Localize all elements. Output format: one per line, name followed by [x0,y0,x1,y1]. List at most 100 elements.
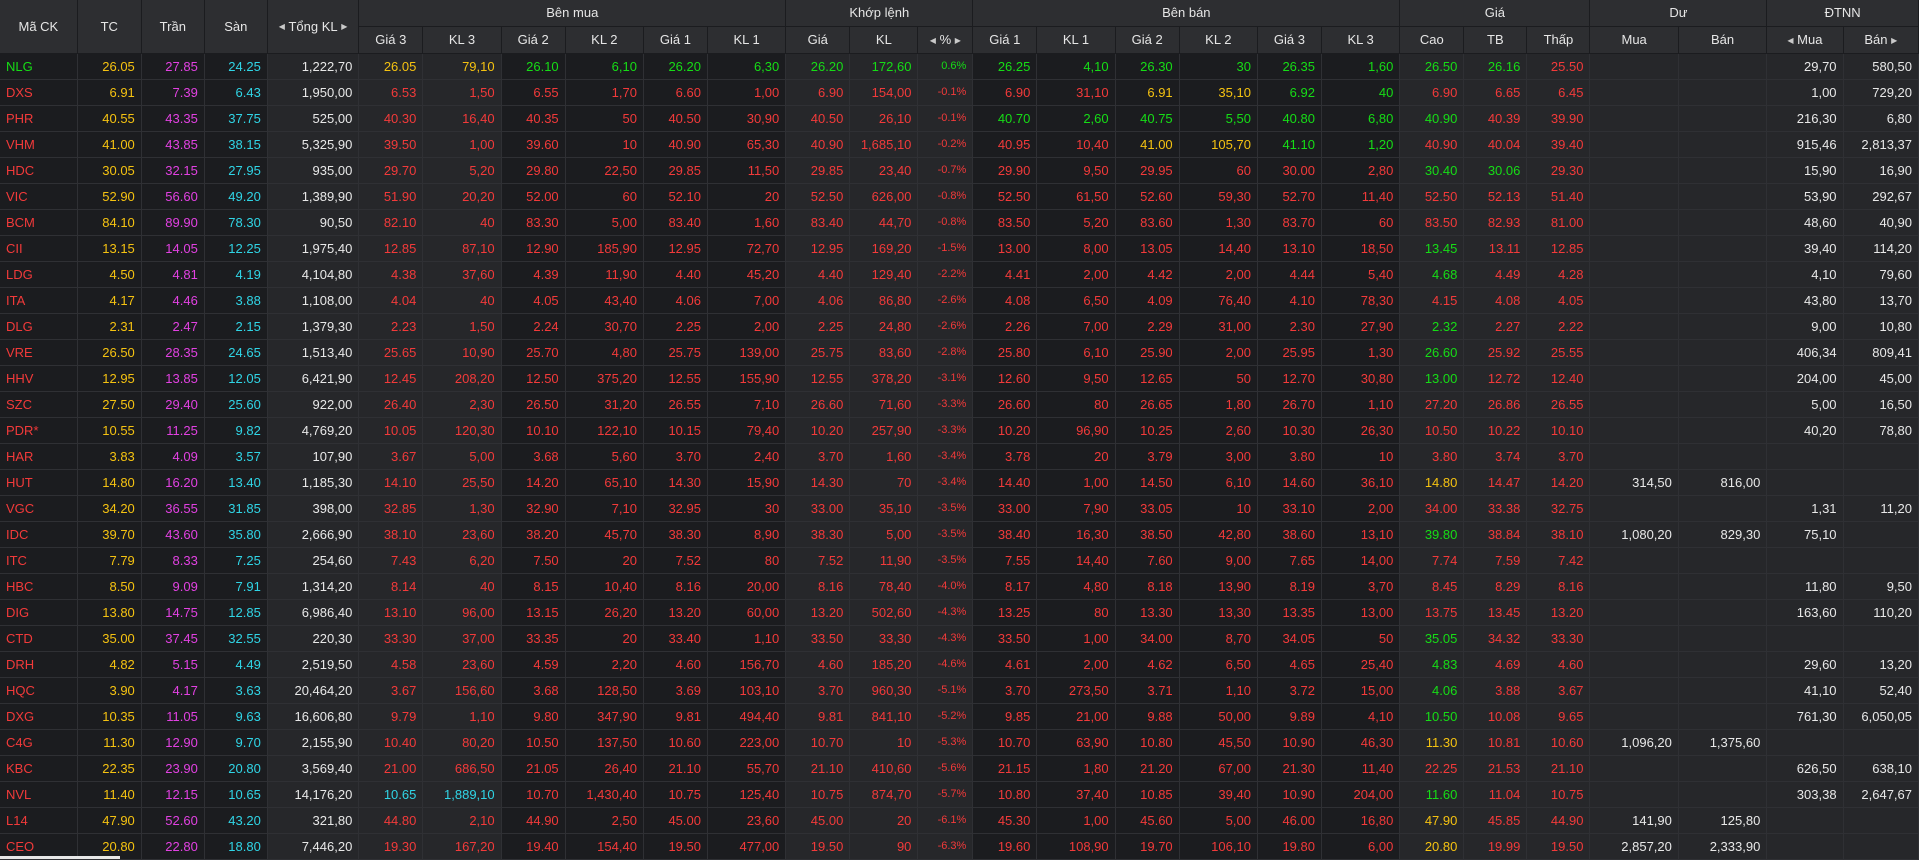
cell-symbol[interactable]: HDC [0,157,78,184]
header-change-percent[interactable]: ◀ % ▶ [917,26,974,54]
header-match-price[interactable]: Giá [785,26,851,54]
table-row[interactable]: VIC 52.90 56.60 49.20 1,389,90 51.90 20,20 52.0… [0,183,1919,210]
table-row[interactable]: HBC 8.50 9.09 7.91 1,314,20 8.14 40 8.15 10,40 8.… [0,573,1919,600]
header-bid-price-1[interactable]: Giá 1 [643,26,708,54]
header-bid-vol-2[interactable]: KL 2 [565,26,644,54]
cell-symbol[interactable]: HAR [0,443,78,470]
table-row[interactable]: VGC 34.20 36.55 31.85 398,00 32.85 1,30 32.90 7,… [0,495,1919,522]
table-row[interactable]: IDC 39.70 43.60 35.80 2,666,90 38.10 23,60 38.2… [0,521,1919,548]
table-row[interactable]: DXS 6.91 7.39 6.43 1,950,00 6.53 1,50 6.55 1,70 6… [0,79,1919,106]
table-row[interactable]: HHV 12.95 13.85 12.05 6,421,90 12.45 208,20 12.… [0,365,1919,392]
cell-symbol[interactable]: VHM [0,131,78,158]
caret-right-icon[interactable]: ▶ [955,36,961,45]
cell-symbol[interactable]: CII [0,235,78,262]
table-row[interactable]: SZC 27.50 29.40 25.60 922,00 26.40 2,30 26.50 31… [0,391,1919,418]
header-ref-price[interactable]: TC [77,0,142,54]
cell-symbol[interactable]: VIC [0,183,78,210]
cell-symbol[interactable]: IDC [0,521,78,548]
cell-symbol[interactable]: SZC [0,391,78,418]
cell-symbol[interactable]: NLG [0,53,78,80]
cell-symbol[interactable]: DIG [0,599,78,626]
caret-right-icon[interactable]: ▶ [1891,36,1897,45]
header-ask-vol-3[interactable]: KL 3 [1321,26,1401,54]
header-low-price[interactable]: Thấp [1526,26,1591,54]
table-row[interactable]: HDC 30.05 32.15 27.95 935,00 29.70 5,20 29.80 22… [0,157,1919,184]
cell-symbol[interactable]: DXG [0,703,78,730]
header-symbol[interactable]: Mã CK [0,0,78,54]
header-ask-price-1[interactable]: Giá 1 [972,26,1038,54]
header-foreign-buy[interactable]: ◀ Mua [1766,26,1844,54]
header-avg-price[interactable]: TB [1463,26,1528,54]
header-ask-price-2[interactable]: Giá 2 [1115,26,1180,54]
table-row[interactable]: L14 47.90 52.60 43.20 321,80 44.80 2,10 44.90 2,… [0,807,1919,834]
table-row[interactable]: C4G 11.30 12.90 9.70 2,155,90 10.40 80,20 10.50… [0,729,1919,756]
header-high-price[interactable]: Cao [1399,26,1465,54]
header-ceiling-price[interactable]: Trần [141,0,205,54]
header-total-volume[interactable]: ◀ Tổng KL ▶ [267,0,360,54]
table-row[interactable]: HAR 3.83 4.09 3.57 107,90 3.67 5,00 3.68 5,60 3.7… [0,443,1919,470]
header-ask-vol-1[interactable]: KL 1 [1036,26,1116,54]
cell-symbol[interactable]: DRH [0,651,78,678]
caret-left-icon[interactable]: ◀ [279,22,285,31]
cell-symbol[interactable]: HQC [0,677,78,704]
cell-symbol[interactable]: PDR* [0,417,78,444]
caret-right-icon[interactable]: ▶ [341,22,347,31]
cell-symbol[interactable]: KBC [0,755,78,782]
cell-symbol[interactable]: DLG [0,313,78,340]
cell-floor: 25.60 [204,391,268,418]
cell-symbol[interactable]: HUT [0,469,78,496]
table-row[interactable]: DLG 2.31 2.47 2.15 1,379,30 2.23 1,50 2.24 30,70… [0,313,1919,340]
header-pending-buy[interactable]: Mua [1589,26,1679,54]
table-row[interactable]: KBC 22.35 23.90 20.80 3,569,40 21.00 686,50 21.… [0,755,1919,782]
cell-symbol[interactable]: LDG [0,261,78,288]
table-row[interactable]: PHR 40.55 43.35 37.75 525,00 40.30 16,40 40.35 5… [0,105,1919,132]
header-pending-sell[interactable]: Bán [1678,26,1768,54]
table-row[interactable]: HUT 14.80 16.20 13.40 1,185,30 14.10 25,50 14.2… [0,469,1919,496]
cell-symbol[interactable]: HHV [0,365,78,392]
table-row[interactable]: LDG 4.50 4.81 4.19 4,104,80 4.38 37,60 4.39 11,9… [0,261,1919,288]
cell-symbol[interactable]: DXS [0,79,78,106]
cell-symbol[interactable]: C4G [0,729,78,756]
caret-left-icon[interactable]: ◀ [1787,36,1793,45]
header-match-vol[interactable]: KL [849,26,919,54]
cell-symbol[interactable]: NVL [0,781,78,808]
cell-symbol[interactable]: BCM [0,209,78,236]
cell-bid-price-3: 26.05 [358,53,424,80]
cell-symbol[interactable]: ITC [0,547,78,574]
cell-match-price: 14.30 [785,469,851,496]
cell-symbol[interactable]: CTD [0,625,78,652]
cell-symbol[interactable]: L14 [0,807,78,834]
header-floor-price[interactable]: Sàn [204,0,268,54]
table-row[interactable]: DRH 4.82 5.15 4.49 2,519,50 4.58 23,60 4.59 2,20… [0,651,1919,678]
header-ask-price-3[interactable]: Giá 3 [1257,26,1322,54]
header-bid-price-2[interactable]: Giá 2 [501,26,566,54]
header-foreign-sell[interactable]: Bán ▶ [1843,26,1919,54]
table-row[interactable]: HQC 3.90 4.17 3.63 20,464,20 3.67 156,60 3.68 12… [0,677,1919,704]
table-row[interactable]: CTD 35.00 37.45 32.55 220,30 33.30 37,00 33.35 2… [0,625,1919,652]
cell-symbol[interactable]: ITA [0,287,78,314]
table-row[interactable]: ITC 7.79 8.33 7.25 254,60 7.43 6,20 7.50 20 7.52 8… [0,547,1919,574]
cell-foreign-buy: 9,00 [1766,313,1844,340]
cell-bid-price-2: 4.39 [501,261,566,288]
table-row[interactable]: NLG 26.05 27.85 24.25 1,222,70 26.05 79,10 26.1… [0,53,1919,80]
cell-symbol[interactable]: VGC [0,495,78,522]
header-ask-vol-2[interactable]: KL 2 [1179,26,1258,54]
header-bid-vol-3[interactable]: KL 3 [422,26,502,54]
caret-left-icon[interactable]: ◀ [930,36,936,45]
table-row[interactable]: VRE 26.50 28.35 24.65 1,513,40 25.65 10,90 25.7… [0,339,1919,366]
cell-symbol[interactable]: PHR [0,105,78,132]
table-row[interactable]: VHM 41.00 43.85 38.15 5,325,90 39.50 1,00 39.60… [0,131,1919,158]
cell-symbol[interactable]: VRE [0,339,78,366]
table-row[interactable]: DXG 10.35 11.05 9.63 16,606,80 9.79 1,10 9.80 34… [0,703,1919,730]
table-row[interactable]: ITA 4.17 4.46 3.88 1,108,00 4.04 40 4.05 43,40 4.… [0,287,1919,314]
table-row[interactable]: BCM 84.10 89.90 78.30 90,50 82.10 40 83.30 5,00 8… [0,209,1919,236]
cell-match-vol: 5,00 [849,521,919,548]
table-row[interactable]: PDR* 10.55 11.25 9.82 4,769,20 10.05 120,30 10.… [0,417,1919,444]
table-row[interactable]: CEO 20.80 22.80 18.80 7,446,20 19.30 167,20 19.… [0,833,1919,860]
table-row[interactable]: DIG 13.80 14.75 12.85 6,986,40 13.10 96,00 13.1… [0,599,1919,626]
cell-symbol[interactable]: HBC [0,573,78,600]
header-bid-price-3[interactable]: Giá 3 [358,26,424,54]
table-row[interactable]: CII 13.15 14.05 12.25 1,975,40 12.85 87,10 12.9… [0,235,1919,262]
table-row[interactable]: NVL 11.40 12.15 10.65 14,176,20 10.65 1,889,10… [0,781,1919,808]
header-bid-vol-1[interactable]: KL 1 [707,26,787,54]
